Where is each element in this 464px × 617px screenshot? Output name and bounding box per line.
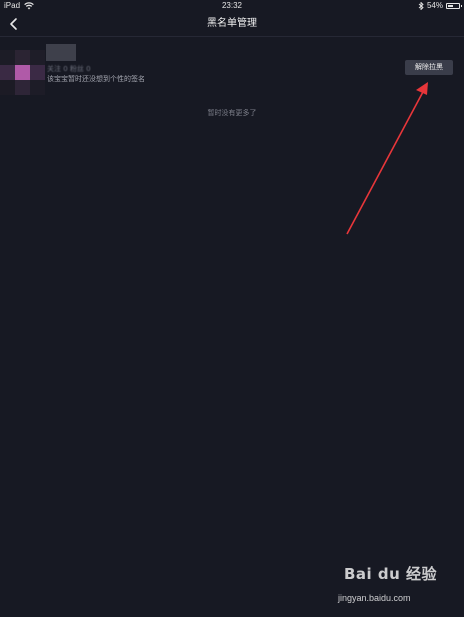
avatar-pixel (0, 65, 15, 80)
user-stats: 关注 0 粉丝 0 (47, 65, 91, 73)
user-signature: 该宝宝暂时还没想到个性的签名 (47, 75, 145, 83)
status-time: 23:32 (221, 1, 243, 10)
status-right: 54% (418, 0, 462, 12)
watermark-logo: Bai du 经验 (344, 565, 438, 583)
unblock-button[interactable]: 解除拉黑 (405, 60, 453, 75)
status-bar: iPad 23:32 54% (0, 0, 464, 12)
avatar-pixel (30, 80, 45, 95)
username-redacted (46, 44, 76, 61)
avatar-pixel (15, 65, 30, 80)
list-end-text: 暂时没有更多了 (207, 109, 257, 117)
avatar-pixel (30, 50, 45, 65)
avatar-pixel (15, 50, 30, 65)
avatar-pixel (15, 80, 30, 95)
avatar[interactable] (0, 50, 46, 96)
nav-bar: 黑名单管理 (0, 12, 464, 37)
battery-level (448, 5, 453, 7)
avatar-pixel (0, 50, 15, 65)
battery-icon (446, 3, 462, 9)
baidu-jingyan-watermark: Bai du 经验 jingyan.baidu.com (338, 563, 438, 609)
page-title: 黑名单管理 (207, 18, 257, 29)
avatar-pixel (30, 65, 45, 80)
bluetooth-icon (418, 2, 424, 10)
avatar-pixel (0, 80, 15, 95)
watermark-url: jingyan.baidu.com (338, 593, 411, 603)
battery-percent: 54% (426, 1, 443, 10)
blocked-user-row: 关注 0 粉丝 0 该宝宝暂时还没想到个性的签名 解除拉黑 (0, 38, 464, 96)
